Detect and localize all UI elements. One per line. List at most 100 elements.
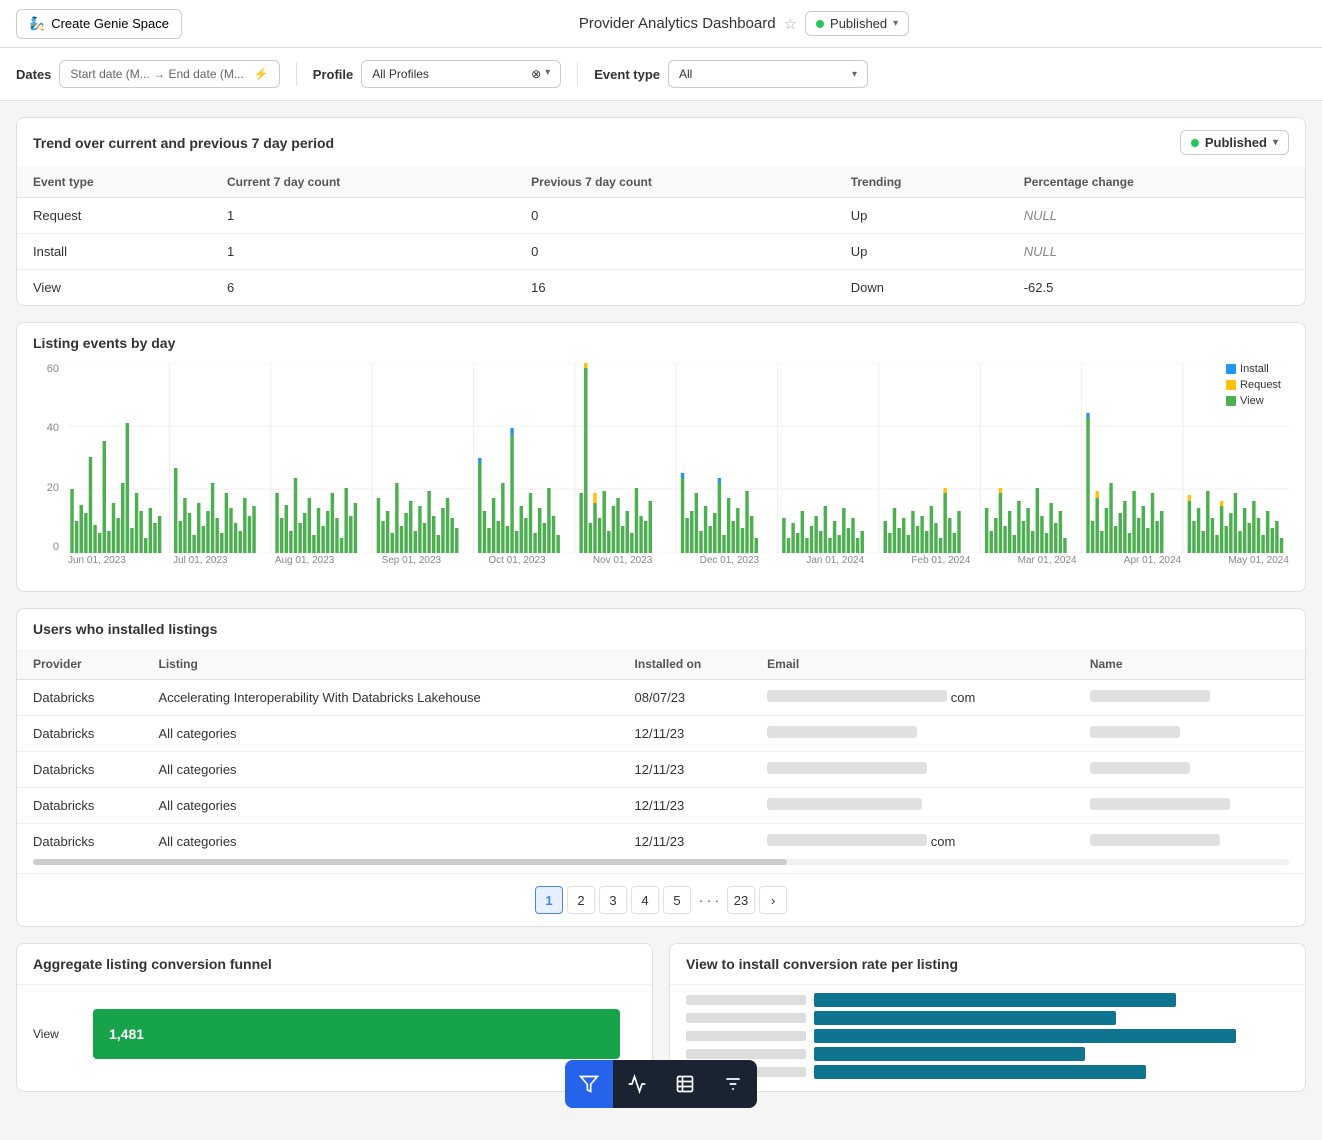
install-color bbox=[1226, 364, 1236, 374]
published-label: Published bbox=[830, 16, 887, 31]
hbar-1 bbox=[686, 993, 1289, 1007]
chart-inner bbox=[68, 363, 1289, 553]
hbar-label-2 bbox=[686, 1013, 806, 1023]
event-type-label: Event type bbox=[594, 67, 660, 82]
toolbar-table-btn[interactable] bbox=[661, 1060, 709, 1108]
chart-container: Listing events by day 60 40 20 0 bbox=[17, 323, 1305, 591]
toolbar-filter-btn[interactable] bbox=[565, 1060, 613, 1108]
page-btn-5[interactable]: 5 bbox=[663, 886, 691, 914]
page-btn-1[interactable]: 1 bbox=[535, 886, 563, 914]
cell-installed-on: 12/11/23 bbox=[619, 716, 752, 752]
profile-select[interactable]: All Profiles ⊗ ▾ bbox=[361, 60, 561, 88]
cell-installed-on: 12/11/23 bbox=[619, 824, 752, 860]
profile-label: Profile bbox=[313, 67, 353, 82]
page-btn-2[interactable]: 2 bbox=[567, 886, 595, 914]
trend-card: Trend over current and previous 7 day pe… bbox=[16, 117, 1306, 306]
event-type-select[interactable]: All ▾ bbox=[668, 60, 868, 88]
cell-listing: All categories bbox=[143, 716, 619, 752]
hbar-fill-4 bbox=[814, 1047, 1085, 1061]
lightning-icon: ⚡ bbox=[254, 67, 269, 81]
cell-installed-on: 08/07/23 bbox=[619, 680, 752, 716]
horizontal-scrollbar[interactable] bbox=[33, 859, 1289, 865]
cell-listing: Accelerating Interoperability With Datab… bbox=[143, 680, 619, 716]
col-trending: Trending bbox=[835, 167, 1008, 198]
filter-bar: Dates Start date (M... → End date (M... … bbox=[0, 48, 1322, 101]
col-previous-7: Previous 7 day count bbox=[515, 167, 835, 198]
dates-filter-group: Dates Start date (M... → End date (M... … bbox=[16, 60, 280, 88]
request-color bbox=[1226, 380, 1236, 390]
trend-table: Event type Current 7 day count Previous … bbox=[17, 167, 1305, 305]
clear-icon: ⊗ bbox=[531, 67, 541, 81]
cell-previous: 0 bbox=[515, 198, 835, 234]
trend-table-row: View 6 16 Down -62.5 bbox=[17, 270, 1305, 306]
floating-toolbar bbox=[565, 1060, 757, 1108]
page-btn-3[interactable]: 3 bbox=[599, 886, 627, 914]
users-table-row: Databricks All categories 12/11/23 bbox=[17, 788, 1305, 824]
chart-card: Listing events by day 60 40 20 0 bbox=[16, 322, 1306, 592]
profile-select-icons: ⊗ ▾ bbox=[531, 67, 550, 81]
funnel-content: View 1,481 bbox=[17, 985, 652, 1083]
funnel-view-label: View bbox=[33, 1027, 59, 1041]
event-type-filter-group: Event type All ▾ bbox=[594, 60, 868, 88]
dates-input[interactable]: Start date (M... → End date (M... ⚡ bbox=[59, 60, 279, 88]
col-current-7: Current 7 day count bbox=[211, 167, 515, 198]
hbar-label-4 bbox=[686, 1049, 806, 1059]
users-table-scroll[interactable]: Provider Listing Installed on Email Name… bbox=[17, 649, 1305, 859]
status-dot bbox=[816, 20, 824, 28]
pagination: 1 2 3 4 5 · · · 23 › bbox=[17, 873, 1305, 926]
hbar-fill-1 bbox=[814, 993, 1176, 1007]
cell-trending: Up bbox=[835, 198, 1008, 234]
cell-previous: 16 bbox=[515, 270, 835, 306]
trend-published-label: Published bbox=[1205, 135, 1267, 150]
chart-title: Listing events by day bbox=[33, 335, 1289, 351]
dates-placeholder: Start date (M... → End date (M... bbox=[70, 67, 243, 81]
users-table-row: Databricks All categories 12/11/23 com bbox=[17, 824, 1305, 860]
funnel-bar: 1,481 bbox=[93, 1009, 620, 1059]
chart-legend: Install Request View bbox=[1226, 363, 1281, 407]
top-bar: 🧞 Create Genie Space Provider Analytics … bbox=[0, 0, 1322, 48]
cell-pct: NULL bbox=[1008, 234, 1305, 270]
cell-provider: Databricks bbox=[17, 824, 143, 860]
filter-2-icon bbox=[723, 1074, 743, 1094]
cell-provider: Databricks bbox=[17, 680, 143, 716]
cell-pct: NULL bbox=[1008, 198, 1305, 234]
trend-published-badge[interactable]: Published ▾ bbox=[1180, 130, 1289, 155]
page-btn-23[interactable]: 23 bbox=[727, 886, 755, 914]
hbar-5 bbox=[686, 1065, 1289, 1079]
filter-icon bbox=[579, 1074, 599, 1094]
chevron-down-icon: ▾ bbox=[852, 69, 857, 80]
page-title-group: Provider Analytics Dashboard ☆ Published… bbox=[579, 11, 909, 36]
page-btn-4[interactable]: 4 bbox=[631, 886, 659, 914]
cell-current: 1 bbox=[211, 234, 515, 270]
published-status-badge[interactable]: Published ▾ bbox=[805, 11, 909, 36]
toolbar-filter2-btn[interactable] bbox=[709, 1060, 757, 1108]
y-axis: 60 40 20 0 bbox=[33, 363, 63, 553]
cell-provider: Databricks bbox=[17, 788, 143, 824]
funnel-title: Aggregate listing conversion funnel bbox=[17, 944, 652, 985]
users-card: Users who installed listings Provider Li… bbox=[16, 608, 1306, 927]
funnel-panel: Aggregate listing conversion funnel View… bbox=[16, 943, 653, 1092]
page-btn-next[interactable]: › bbox=[759, 886, 787, 914]
cell-email: com bbox=[751, 680, 1074, 716]
chevron-down-icon: ▾ bbox=[1273, 137, 1278, 148]
toolbar-chart-btn[interactable] bbox=[613, 1060, 661, 1108]
cell-installed-on: 12/11/23 bbox=[619, 788, 752, 824]
users-table-header-row: Provider Listing Installed on Email Name bbox=[17, 649, 1305, 680]
cell-previous: 0 bbox=[515, 234, 835, 270]
profile-value: All Profiles bbox=[372, 67, 429, 81]
conversion-panel: View to install conversion rate per list… bbox=[669, 943, 1306, 1092]
cell-email: com bbox=[751, 824, 1074, 860]
star-icon[interactable]: ☆ bbox=[784, 15, 797, 33]
divider-2 bbox=[577, 62, 578, 86]
main-content: Trend over current and previous 7 day pe… bbox=[0, 101, 1322, 1108]
cell-provider: Databricks bbox=[17, 716, 143, 752]
col-pct-change: Percentage change bbox=[1008, 167, 1305, 198]
col-installed-on: Installed on bbox=[619, 649, 752, 680]
create-genie-space-button[interactable]: 🧞 Create Genie Space bbox=[16, 9, 182, 39]
cell-trending: Up bbox=[835, 234, 1008, 270]
col-event-type: Event type bbox=[17, 167, 211, 198]
hbar-fill-3 bbox=[814, 1029, 1236, 1043]
cell-trending: Down bbox=[835, 270, 1008, 306]
cell-current: 6 bbox=[211, 270, 515, 306]
genie-icon: 🧞 bbox=[29, 16, 45, 32]
